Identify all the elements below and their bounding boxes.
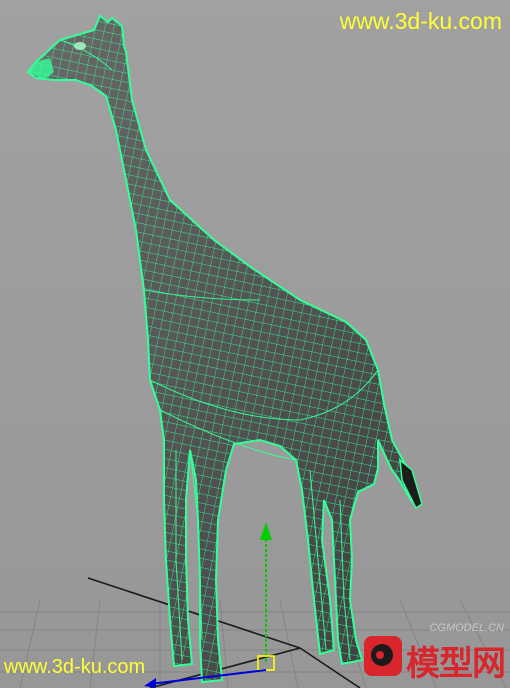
cgmodel-logo: CGMODEL.CN 模型网 (362, 622, 508, 686)
watermark-top: www.3d-ku.com (339, 8, 502, 34)
watermark-bottom: www.3d-ku.com (4, 656, 146, 678)
maya-viewport[interactable]: www.3d-ku.com www.3d-ku.com CGMODEL.CN 模… (0, 0, 510, 688)
logo-text: 模型网 (406, 644, 506, 684)
cgmodel-logo-icon (364, 636, 402, 676)
giraffe-mesh[interactable] (26, 14, 423, 684)
scene-canvas[interactable] (0, 0, 510, 688)
logo-subtitle: CGMODEL.CN (429, 622, 504, 634)
